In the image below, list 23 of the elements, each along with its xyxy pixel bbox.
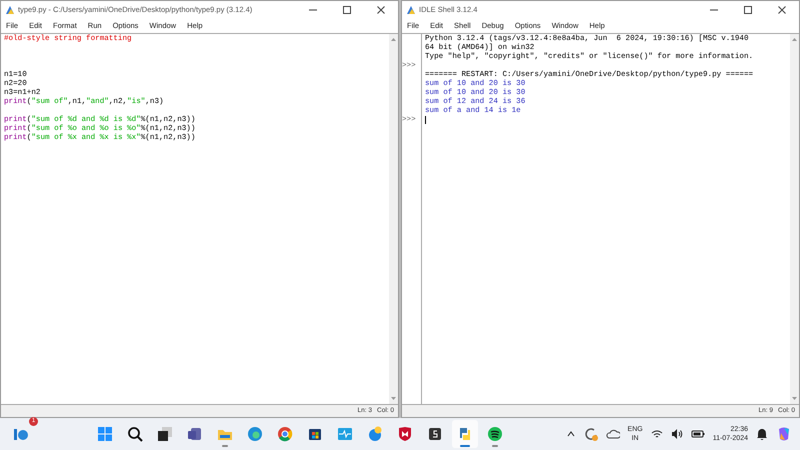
app-icon[interactable] bbox=[426, 426, 443, 442]
python-file-icon bbox=[406, 5, 416, 15]
close-icon[interactable] bbox=[376, 5, 386, 15]
shield-icon[interactable] bbox=[396, 426, 413, 442]
store-icon[interactable] bbox=[306, 426, 323, 442]
search-icon[interactable] bbox=[126, 426, 143, 442]
close-icon[interactable] bbox=[777, 5, 787, 15]
cloud-icon[interactable] bbox=[606, 427, 620, 441]
wifi-icon[interactable] bbox=[650, 428, 663, 440]
maximize-icon[interactable] bbox=[342, 5, 352, 15]
pulse-app-icon[interactable] bbox=[336, 426, 353, 442]
bell-icon[interactable] bbox=[756, 428, 768, 440]
maximize-icon[interactable] bbox=[743, 5, 753, 15]
browser-icon[interactable] bbox=[246, 426, 263, 442]
task-view-icon[interactable] bbox=[156, 426, 173, 442]
python-file-icon bbox=[5, 5, 15, 15]
browser-icon[interactable] bbox=[276, 426, 293, 442]
music-app-icon[interactable] bbox=[486, 426, 503, 442]
start-icon[interactable] bbox=[96, 426, 113, 442]
volume-icon[interactable] bbox=[670, 428, 683, 440]
battery-icon[interactable] bbox=[690, 428, 705, 440]
text-cursor bbox=[425, 116, 426, 124]
chevron-up-icon[interactable] bbox=[566, 429, 576, 439]
